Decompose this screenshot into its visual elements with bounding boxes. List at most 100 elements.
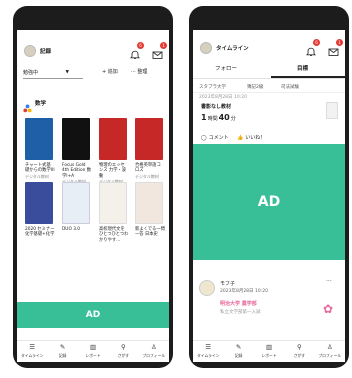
duration-hours: 1 [201, 113, 207, 122]
chip-college[interactable]: スタプラ大学 [199, 84, 226, 90]
ad-banner[interactable]: AD [17, 302, 169, 328]
message-badge: 1 [160, 42, 167, 49]
nav-item-profile[interactable]: ♙ プロフィール [315, 341, 345, 362]
nav-label: プロフィール [318, 353, 342, 358]
book-title: 高校現代文をひとつひとつわかりやす… [99, 227, 129, 243]
book-title: 2020 セミナー化学基礎+化学 [25, 227, 55, 238]
bottom-nav: ☰ タイムライン ✎ 記録 ▥ レポート ⚲ さがす ♙ プロフィール [17, 340, 169, 362]
nav-label: タイムライン [20, 353, 44, 358]
timeline-icon: ☰ [29, 343, 36, 351]
comment-label: コメント [208, 135, 229, 141]
nav-item-search[interactable]: ⚲ さがす [284, 341, 314, 362]
nav-label: さがす [117, 353, 130, 358]
book-item[interactable]: 物理のエッセンス 力学・波動 デジタル教材 [99, 118, 129, 185]
nav-item-timeline[interactable]: ☰ タイムライン [17, 341, 47, 362]
filter-dropdown[interactable]: 勉強中 ▼ [23, 67, 69, 77]
book-cover [25, 118, 53, 160]
bell-icon [306, 47, 316, 57]
nav-label: プロフィール [142, 353, 166, 358]
book-cover [25, 182, 53, 224]
avatar[interactable] [200, 42, 212, 54]
book-item[interactable]: 合格英単語コロズ デジタル教材 [135, 118, 165, 180]
mail-icon [152, 51, 163, 59]
book-cover [62, 118, 90, 160]
nav-label: 記録 [234, 353, 243, 358]
nav-label: タイムライン [196, 353, 220, 358]
book-item[interactable]: DUO 3.0 [62, 182, 92, 232]
book-title: 物理のエッセンス 力学・波動 [99, 163, 127, 179]
organize-button[interactable]: ··· 整理 [131, 68, 147, 75]
material-thumbnail [326, 102, 338, 119]
nav-item-records[interactable]: ✎ 記録 [223, 341, 253, 362]
user-avatar[interactable] [199, 280, 215, 296]
nav-item-report[interactable]: ▥ レポート [78, 341, 108, 362]
book-cover [135, 118, 163, 160]
bar-chart-icon: ▥ [89, 343, 97, 351]
dropdown-arrow-icon: ▼ [65, 69, 69, 75]
tab-follow[interactable]: フォロー [215, 64, 237, 72]
add-button[interactable]: + 追加 [102, 68, 118, 75]
material-name: 書影なし教材 [201, 104, 232, 110]
book-title: Focus Gold 4th Edition 数学I+A [62, 163, 92, 179]
filter-dropdown-value: 勉強中 [23, 69, 39, 76]
bell-button[interactable]: 6 [130, 42, 144, 60]
tab-goal[interactable]: 目標 [297, 64, 308, 72]
book-type: デジタル教材 [135, 173, 159, 179]
goal-school: 明治大学 農学部 [220, 301, 257, 307]
avatar[interactable] [24, 45, 36, 57]
nav-label: レポート [261, 353, 277, 358]
duration-minutes-unit: 分 [230, 116, 236, 122]
book-item[interactable]: 2020 セミナー化学基礎+化学 [25, 182, 55, 238]
pencil-icon: ✎ [59, 343, 66, 351]
goal-subtext: 私立文学部第一入試 [220, 310, 261, 315]
book-item[interactable]: 新よくでる一問一答 日本史 [135, 182, 165, 238]
mail-icon [328, 48, 339, 56]
comment-button[interactable]: ◯ コメント [201, 134, 229, 142]
book-item[interactable]: チャート式基礎からの数学III デジタル教材 [25, 118, 55, 180]
left-phone: 記録 6 1 勉強中 ▼ + 追加 ··· 整理 数学 チャート式基礎からの数学… [13, 6, 173, 368]
right-phone: タイムライン 6 1 フォロー 目標 スタプラ大学 簿記2級 司法試験 2023… [189, 6, 349, 368]
pencil-icon: ✎ [235, 343, 242, 351]
nav-item-records[interactable]: ✎ 記録 [47, 341, 77, 362]
book-cover [99, 182, 127, 224]
ad-banner[interactable]: AD [193, 144, 345, 260]
book-title: チャート式基礎からの数学III [25, 163, 55, 174]
chip-bookkeeping[interactable]: 簿記2級 [247, 84, 263, 90]
bar-chart-icon: ▥ [265, 343, 273, 351]
bell-button[interactable]: 6 [306, 39, 320, 57]
mail-button[interactable]: 1 [328, 39, 343, 56]
mail-button[interactable]: 1 [152, 42, 167, 59]
more-options-icon[interactable]: ··· [326, 278, 332, 285]
dropdown-underline [23, 78, 83, 79]
nav-item-search[interactable]: ⚲ さがす [108, 341, 138, 362]
tabs-divider [193, 77, 345, 79]
book-item[interactable]: Focus Gold 4th Edition 数学I+A デジタル教材 [62, 118, 92, 185]
book-title: 合格英単語コロズ [135, 163, 161, 174]
records-screen: 記録 6 1 勉強中 ▼ + 追加 ··· 整理 数学 チャート式基礎からの数学… [17, 30, 169, 362]
book-title: 新よくでる一問一答 日本史 [135, 227, 165, 238]
bell-icon [130, 50, 140, 60]
book-title: DUO 3.0 [62, 227, 81, 232]
post-timestamp: 2023年8月28日 10:20 [220, 289, 268, 294]
book-cover [135, 182, 163, 224]
duration-minutes: 40 [218, 113, 230, 122]
message-badge: 1 [336, 39, 343, 46]
study-duration: 1 時間 40 分 [201, 113, 236, 122]
book-cover [62, 182, 90, 224]
like-button[interactable]: 👍 いいね！ [237, 134, 265, 142]
post-username[interactable]: モフ子 [220, 280, 235, 287]
post-timestamp: 2023年8月28日 10:20 [199, 95, 247, 100]
nav-label: 記録 [58, 353, 67, 358]
book-item[interactable]: 高校現代文をひとつひとつわかりやす… [99, 182, 129, 243]
thumbs-up-icon: 👍 [237, 134, 244, 141]
nav-label: さがす [293, 353, 306, 358]
duration-hours-unit: 時間 [207, 116, 218, 122]
comment-icon: ◯ [201, 134, 207, 141]
search-icon: ⚲ [121, 343, 126, 351]
nav-item-timeline[interactable]: ☰ タイムライン [193, 341, 223, 362]
timeline-icon: ☰ [205, 343, 212, 351]
chips-divider [193, 92, 345, 93]
chip-bar-exam[interactable]: 司法試験 [281, 84, 299, 90]
nav-item-report[interactable]: ▥ レポート [254, 341, 284, 362]
nav-item-profile[interactable]: ♙ プロフィール [139, 341, 169, 362]
